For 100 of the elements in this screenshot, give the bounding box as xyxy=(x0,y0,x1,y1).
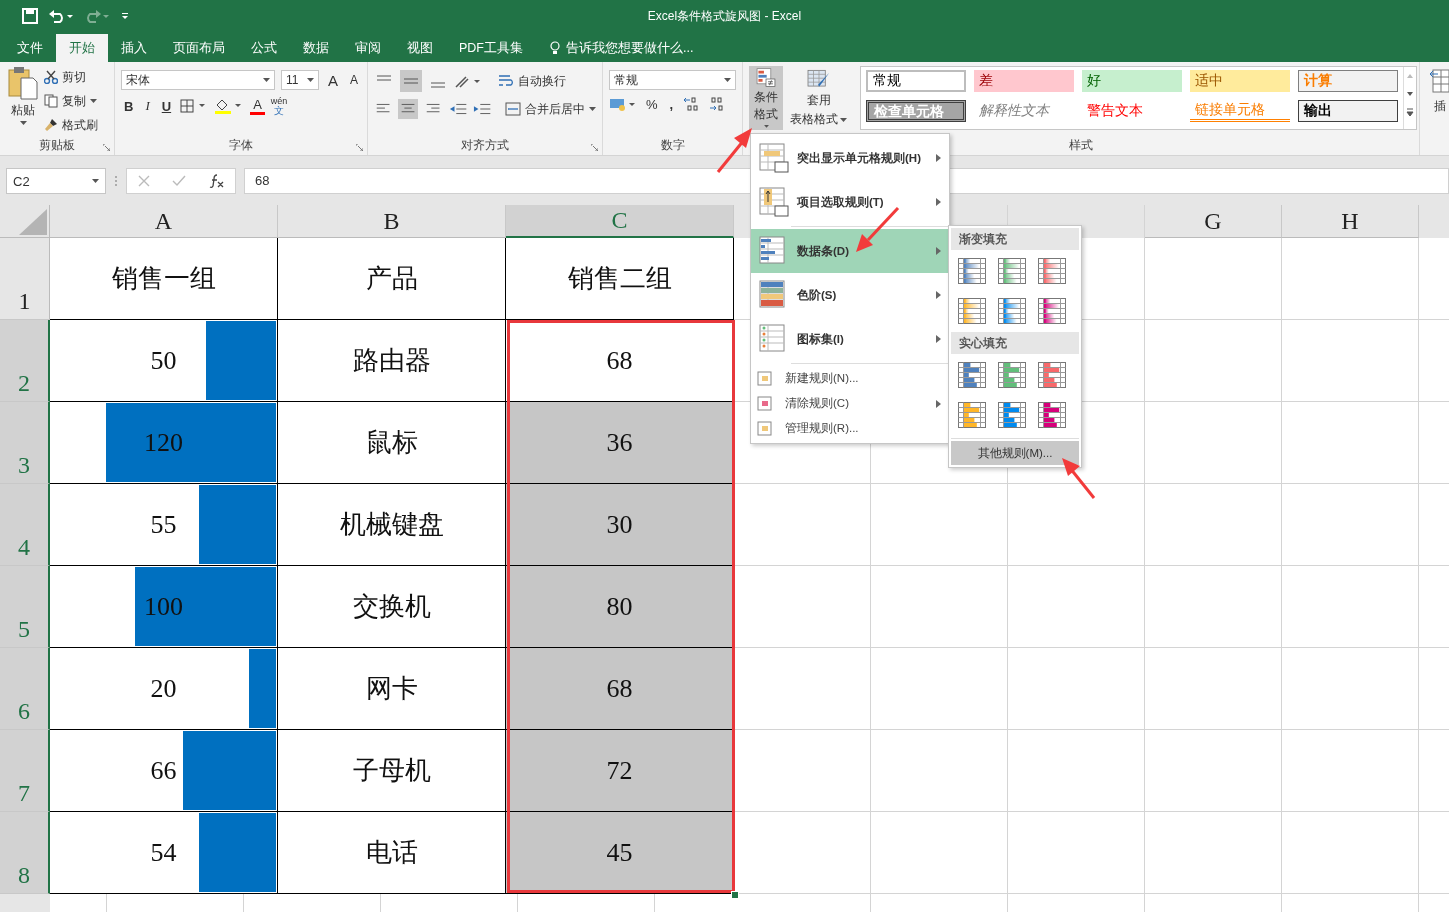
cut-button[interactable]: 剪切 xyxy=(44,66,98,88)
cell-style-option[interactable]: 差 xyxy=(974,70,1074,92)
data-bar-option[interactable] xyxy=(958,298,986,324)
wrap-text-button[interactable]: 自动换行 xyxy=(498,70,566,92)
copy-icon xyxy=(44,94,58,108)
decrease-indent-icon[interactable] xyxy=(448,101,467,117)
more-rules-button[interactable]: 其他规则(M)... xyxy=(951,441,1079,465)
font-color-button[interactable]: A xyxy=(250,97,265,115)
table-cell: 网卡 xyxy=(278,648,506,730)
ribbon-tab[interactable]: 文件 xyxy=(4,34,56,62)
row-header[interactable]: 2 xyxy=(0,320,50,402)
row-header[interactable]: 5 xyxy=(0,566,50,648)
increase-indent-icon[interactable] xyxy=(472,101,491,117)
cell-style-option[interactable]: 适中 xyxy=(1190,70,1290,92)
row-header[interactable]: 6 xyxy=(0,648,50,730)
row-header[interactable]: 7 xyxy=(0,730,50,812)
table-cell: 交换机 xyxy=(278,566,506,648)
data-bar-option[interactable] xyxy=(998,362,1026,388)
phonetic-button[interactable]: wén 文 xyxy=(270,96,288,116)
font-size-field[interactable]: 11 xyxy=(280,70,319,90)
table-cell: 20 xyxy=(150,673,177,704)
ribbon-tab[interactable]: 视图 xyxy=(394,34,446,62)
number-format-field[interactable]: 常规 xyxy=(609,70,736,90)
align-center-icon[interactable] xyxy=(398,98,419,120)
insert-function-icon[interactable] xyxy=(208,174,224,188)
ribbon-tab[interactable]: 开始 xyxy=(56,34,108,62)
bold-button[interactable]: B xyxy=(121,98,137,114)
ribbon-tab[interactable]: 审阅 xyxy=(342,34,394,62)
ribbon-tab[interactable]: 公式 xyxy=(238,34,290,62)
dialog-launcher-icon[interactable] xyxy=(591,144,598,151)
table-cell: 68 xyxy=(506,648,734,730)
menu-item[interactable]: 项目选取规则(T) xyxy=(751,180,949,224)
cell-style-option[interactable]: 警告文本 xyxy=(1082,100,1182,122)
copy-button[interactable]: 复制 xyxy=(44,90,98,112)
lightbulb-icon xyxy=(550,41,560,55)
table-cell: 30 xyxy=(506,484,734,566)
menu-item[interactable]: 色阶(S) xyxy=(751,273,949,317)
comma-style-button[interactable]: , xyxy=(666,96,677,112)
menu-item[interactable]: 管理规则(R)... xyxy=(751,416,949,441)
menu-item[interactable]: 突出显示单元格规则(H) xyxy=(751,136,949,180)
fill-handle[interactable] xyxy=(731,891,739,899)
row-header[interactable]: 3 xyxy=(0,402,50,484)
table-cell: 45 xyxy=(506,812,734,894)
redo-icon[interactable] xyxy=(84,8,110,24)
tell-me-search[interactable]: 告诉我您想要做什么... xyxy=(550,34,694,62)
column-header[interactable]: H xyxy=(1282,205,1419,238)
data-bar-option[interactable] xyxy=(1038,258,1066,284)
data-bar-option[interactable] xyxy=(998,258,1026,284)
menu-item[interactable]: 清除规则(C) xyxy=(751,391,949,416)
dialog-launcher-icon[interactable] xyxy=(103,144,110,151)
format-painter-button[interactable]: 格式刷 xyxy=(44,114,98,136)
data-bar-option[interactable] xyxy=(1038,402,1066,428)
row-header[interactable]: 4 xyxy=(0,484,50,566)
menu-item[interactable]: 新建规则(N)... xyxy=(751,366,949,391)
table-cell: 销售二组 xyxy=(506,238,734,320)
column-header[interactable]: G xyxy=(1145,205,1282,238)
merge-center-button[interactable]: 合并后居中 xyxy=(505,98,596,120)
currency-icon[interactable] xyxy=(609,96,637,112)
column-header[interactable]: A xyxy=(50,205,278,238)
paste-button[interactable]: 粘贴 xyxy=(6,66,40,136)
conditional-formatting-button[interactable]: 条件格式 xyxy=(749,66,783,130)
percent-button[interactable]: % xyxy=(643,96,661,112)
undo-icon[interactable] xyxy=(48,8,74,24)
menu-item[interactable]: 图标集(I) xyxy=(751,317,949,361)
table-cell: 产品 xyxy=(278,238,506,320)
cell-style-option[interactable]: 好 xyxy=(1082,70,1182,92)
data-bar-option[interactable] xyxy=(958,362,986,388)
save-icon[interactable] xyxy=(22,8,38,24)
ribbon-tab[interactable]: 数据 xyxy=(290,34,342,62)
menu-item[interactable]: 数据条(D) xyxy=(751,229,949,273)
insert-button[interactable]: 插 xyxy=(1426,66,1449,130)
name-box[interactable]: C2 xyxy=(6,168,106,194)
format-as-table-button[interactable]: 套用 表格格式 xyxy=(787,66,850,130)
data-bar-option[interactable] xyxy=(958,258,986,284)
ribbon-tab[interactable]: 页面布局 xyxy=(160,34,238,62)
underline-button[interactable]: U xyxy=(158,98,175,114)
ribbon-tab[interactable]: PDF工具集 xyxy=(446,34,536,62)
font-name-field[interactable]: 宋体 xyxy=(121,70,275,90)
data-bar-option[interactable] xyxy=(998,402,1026,428)
dropdown-arrow-icon xyxy=(306,78,314,82)
cell-style-option[interactable]: 输出 xyxy=(1298,100,1398,122)
column-header[interactable]: C xyxy=(506,205,734,238)
table-cell: 路由器 xyxy=(278,320,506,402)
ribbon-tab[interactable]: 插入 xyxy=(108,34,160,62)
data-bar-option[interactable] xyxy=(958,402,986,428)
customize-icon[interactable] xyxy=(120,11,130,21)
cell-style-option[interactable]: 解释性文本 xyxy=(974,100,1074,122)
data-bar-option[interactable] xyxy=(1038,362,1066,388)
data-bar-option[interactable] xyxy=(998,298,1026,324)
grow-font-button[interactable]: A xyxy=(324,71,341,89)
italic-button[interactable]: I xyxy=(142,98,153,114)
enter-check-icon[interactable] xyxy=(172,175,186,187)
caret-icon xyxy=(589,107,596,111)
data-bar-option[interactable] xyxy=(1038,298,1066,324)
row-header[interactable]: 1 xyxy=(0,238,50,320)
shrink-font-button[interactable]: A xyxy=(347,73,361,87)
dialog-launcher-icon[interactable] xyxy=(356,144,363,151)
row-header[interactable]: 8 xyxy=(0,812,50,894)
column-header[interactable]: B xyxy=(278,205,506,238)
cell-style-option[interactable]: 常规 xyxy=(866,70,966,92)
